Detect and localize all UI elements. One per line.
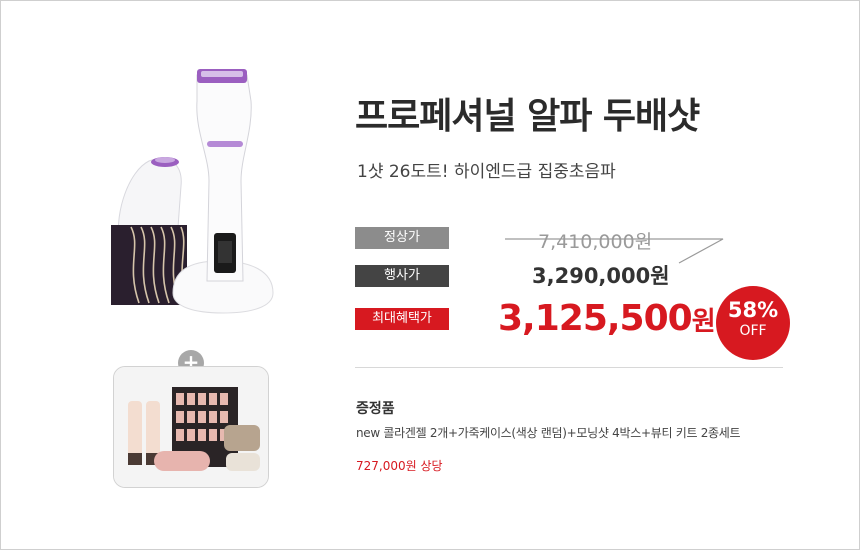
gift-value: 727,000원 상당 bbox=[356, 459, 443, 473]
discount-rate: 58% bbox=[727, 298, 779, 322]
gift-title: 증정품 bbox=[356, 401, 395, 417]
regular-price-tag: 정상가 bbox=[355, 227, 449, 249]
benefit-price-tag: 최대혜택가 bbox=[355, 308, 449, 330]
gift-description: new 콜라겐젤 2개+가죽케이스(색상 랜덤)+모닝샷 4박스+뷰티 키트 2… bbox=[356, 426, 741, 440]
divider bbox=[355, 367, 783, 368]
gift-image bbox=[113, 366, 269, 488]
final-price: 3,125,500원 bbox=[498, 298, 716, 339]
product-title: 프로페셔널 알파 두배샷 bbox=[355, 96, 700, 137]
discount-off-label: OFF bbox=[739, 323, 767, 339]
strikethrough-line bbox=[505, 238, 724, 264]
final-price-unit: 원 bbox=[691, 307, 716, 337]
product-subtitle: 1샷 26도트! 하이엔드급 집중초음파 bbox=[357, 162, 616, 182]
event-price: 3,290,000원 bbox=[532, 264, 670, 288]
discount-badge: 58% OFF bbox=[716, 286, 790, 360]
product-image bbox=[101, 61, 301, 321]
product-card: + 프로페셔널 알파 두배샷 1샷 26도트! 하이엔드급 집중초음파 정상가 … bbox=[0, 0, 860, 550]
final-price-number: 3,125,500 bbox=[498, 298, 693, 339]
event-price-tag: 행사가 bbox=[355, 265, 449, 287]
